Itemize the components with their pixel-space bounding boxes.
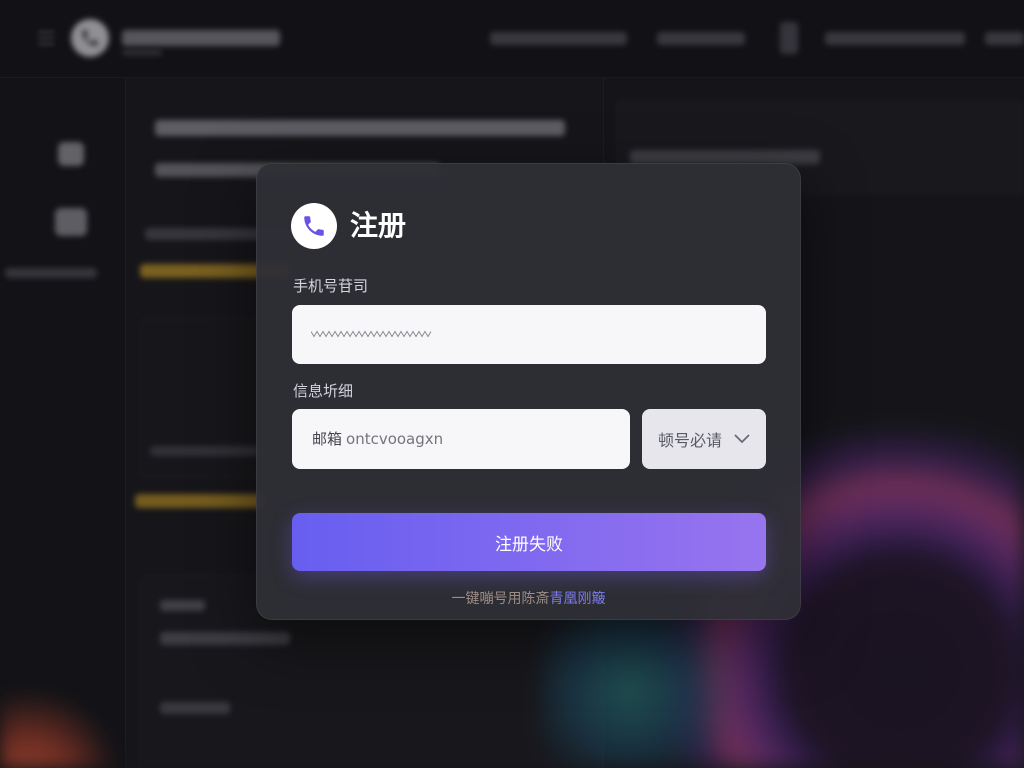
phone-icon <box>304 216 324 236</box>
submit-button[interactable]: 注册失败 <box>292 513 766 571</box>
register-modal: 注册 手机号苷司 信息圻细 邮箱 ontcvooagxn 顿号必请 注册失败 一键… <box>256 163 801 620</box>
code-select[interactable]: 顿号必请 <box>642 409 766 469</box>
footer-link[interactable]: 青凰刚簸 <box>550 591 606 607</box>
app-screen: 注册 手机号苷司 信息圻细 邮箱 ontcvooagxn 顿号必请 注册失败 一键… <box>0 0 1024 768</box>
placeholder-scribble <box>311 330 432 338</box>
footer-note: 一键嘣号用陈斎青凰刚簸 <box>257 590 800 608</box>
email-input[interactable]: 邮箱 ontcvooagxn <box>292 409 630 469</box>
email-prefix: 邮箱 <box>312 430 343 448</box>
phone-input[interactable] <box>292 305 766 364</box>
footer-text: 一键嘣号用陈斎 <box>451 591 550 607</box>
chevron-down-icon <box>734 434 750 444</box>
email-placeholder: ontcvooagxn <box>346 430 444 448</box>
verify-label: 信息圻细 <box>293 382 354 400</box>
modal-title: 注册 <box>350 209 407 242</box>
code-select-value: 顿号必请 <box>658 431 723 450</box>
brand-logo <box>291 203 337 249</box>
phone-label: 手机号苷司 <box>293 277 369 295</box>
